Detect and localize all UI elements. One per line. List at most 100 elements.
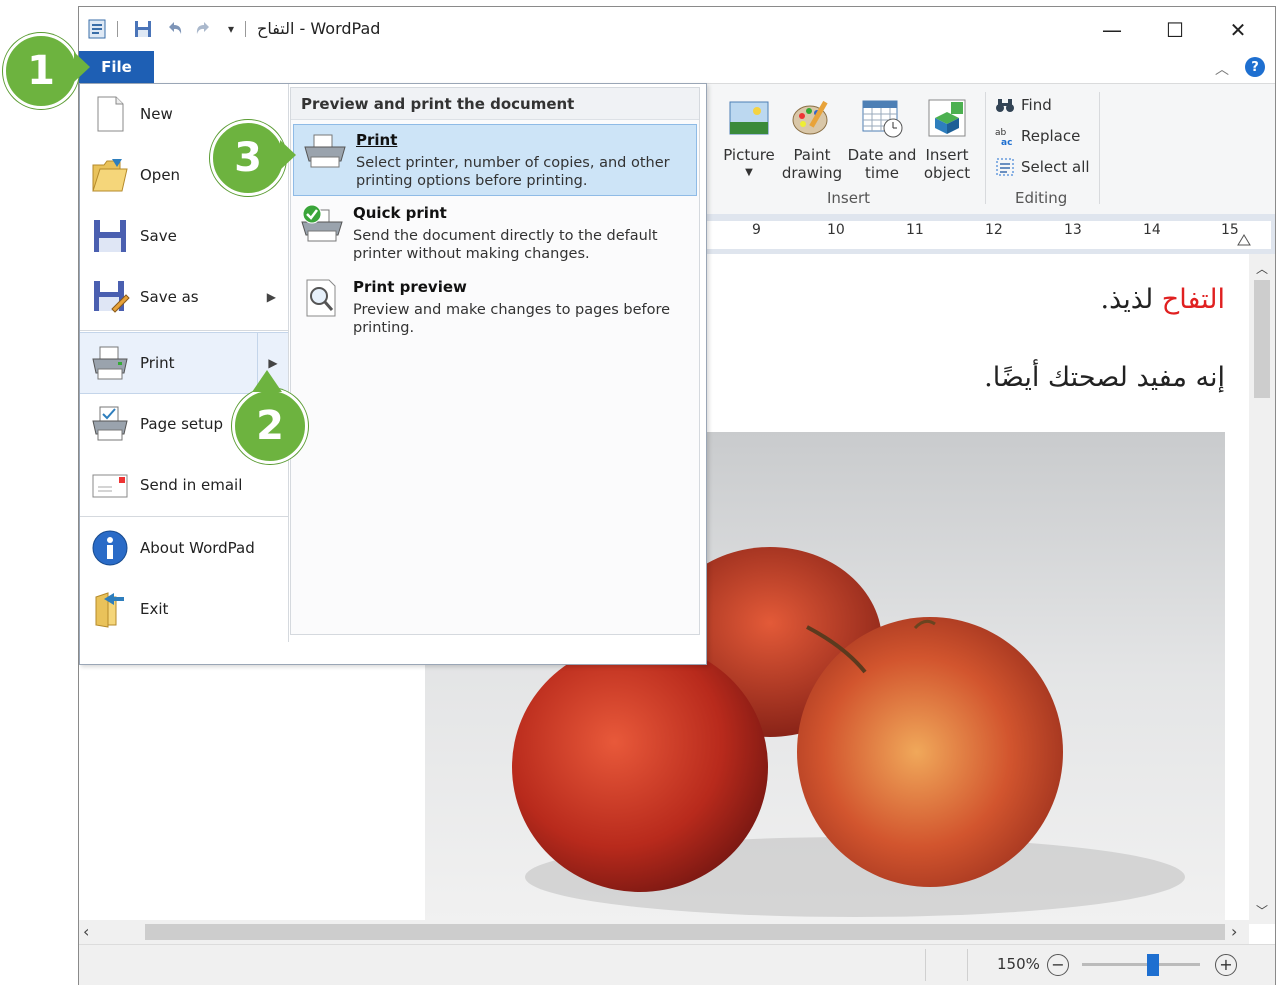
ruler-tick: 12 xyxy=(985,222,1003,238)
title-bar: ▾ التفاح - WordPad — ☐ ✕ xyxy=(79,7,1275,51)
group-divider xyxy=(1099,92,1100,204)
picture-label: Picture xyxy=(723,146,775,164)
select-all-icon xyxy=(996,158,1014,176)
callout-badge-1: 1 xyxy=(3,33,79,109)
save-icon[interactable] xyxy=(133,19,153,39)
minimize-ribbon-icon[interactable]: ︿ xyxy=(1215,59,1229,79)
callout-badge-3: 3 xyxy=(210,120,286,196)
divider xyxy=(80,516,288,517)
open-folder-icon xyxy=(92,159,128,192)
redo-icon[interactable] xyxy=(193,19,213,39)
menu-item-label: Save as xyxy=(140,288,199,306)
zoom-slider-track[interactable] xyxy=(1082,963,1200,966)
paint-drawing-label-line1: Paint xyxy=(793,146,831,164)
menu-item-label: Send in email xyxy=(140,476,243,494)
wordpad-app-icon[interactable] xyxy=(87,19,107,39)
paint-palette-icon xyxy=(792,100,828,135)
callout-pointer-3 xyxy=(280,140,296,170)
document-line-1[interactable]: التفاح لذيذ. xyxy=(839,284,1225,315)
zoom-out-button[interactable]: − xyxy=(1047,954,1069,976)
dropdown-arrow-icon: ▼ xyxy=(745,167,753,178)
ruler-tick: 10 xyxy=(827,222,845,238)
customize-qat-icon[interactable]: ▾ xyxy=(221,19,241,39)
callout-pointer-2 xyxy=(252,370,282,392)
divider xyxy=(967,949,968,981)
paint-drawing-button[interactable]: Paint drawing xyxy=(781,96,843,182)
submenu-item-title: Print xyxy=(356,131,398,149)
ribbon-tab-row: ︿ ? xyxy=(79,51,1275,84)
help-icon[interactable]: ? xyxy=(1245,57,1265,77)
svg-text:ab: ab xyxy=(995,128,1007,138)
print-preview-icon xyxy=(306,279,336,317)
zoom-level: 150% xyxy=(997,955,1040,973)
save-as-icon xyxy=(94,281,130,313)
date-time-label-line2: time xyxy=(865,164,899,182)
exit-icon xyxy=(95,592,124,628)
scroll-down-icon[interactable]: ﹀ xyxy=(1256,902,1268,919)
scroll-right-icon[interactable]: › xyxy=(1231,922,1237,941)
vertical-scrollbar[interactable]: ︿ ﹀ xyxy=(1249,254,1275,924)
submenu-item-print-preview[interactable]: Print preview Preview and make changes t… xyxy=(291,272,699,344)
ruler-tick: 9 xyxy=(752,222,761,238)
vertical-scroll-thumb[interactable] xyxy=(1254,280,1270,398)
insert-object-button[interactable]: Insert object xyxy=(919,96,975,182)
submenu-arrow-icon: ▶ xyxy=(266,290,276,304)
horizontal-scroll-thumb[interactable] xyxy=(145,924,1225,940)
picture-icon xyxy=(729,101,769,135)
date-time-label-line1: Date and xyxy=(847,146,917,164)
printer-icon xyxy=(92,346,128,380)
menu-item-save[interactable]: Save xyxy=(80,206,288,266)
replace-label: Replace xyxy=(1021,127,1081,145)
right-indent-marker-icon[interactable] xyxy=(1237,232,1251,246)
print-submenu: Preview and print the document Print Sel… xyxy=(290,87,700,635)
ruler-tick: 14 xyxy=(1143,222,1161,238)
menu-item-label: Save xyxy=(140,227,177,245)
menu-item-about[interactable]: About WordPad xyxy=(80,518,288,578)
scroll-up-icon[interactable]: ︿ xyxy=(1256,260,1268,277)
page-setup-icon xyxy=(92,406,128,441)
insert-object-label-line1: Insert xyxy=(925,146,969,164)
close-button[interactable]: ✕ xyxy=(1215,15,1261,45)
replace-button[interactable]: ab ac Replace xyxy=(995,121,1080,151)
divider xyxy=(80,330,288,331)
maximize-button[interactable]: ☐ xyxy=(1152,15,1198,45)
select-all-label: Select all xyxy=(1021,158,1090,176)
menu-item-label: New xyxy=(140,105,173,123)
status-bar: 150% − + xyxy=(79,944,1275,985)
scroll-left-icon[interactable]: ‹ xyxy=(83,922,89,941)
ruler-tick: 11 xyxy=(906,222,924,238)
date-time-button[interactable]: Date and time xyxy=(847,96,917,182)
ruler-tick: 13 xyxy=(1064,222,1082,238)
zoom-in-button[interactable]: + xyxy=(1215,954,1237,976)
quick-print-icon xyxy=(301,204,343,242)
submenu-item-print[interactable]: Print Select printer, number of copies, … xyxy=(293,124,697,196)
submenu-item-quick-print[interactable]: Quick print Send the document directly t… xyxy=(291,198,699,270)
insert-object-icon xyxy=(928,99,966,137)
find-label: Find xyxy=(1021,96,1052,114)
email-icon xyxy=(92,474,128,498)
replace-icon: abac xyxy=(995,128,1012,146)
submenu-title: Preview and print the document xyxy=(291,88,699,120)
minimize-button[interactable]: — xyxy=(1089,15,1135,45)
submenu-item-description: Preview and make changes to pages before… xyxy=(353,302,671,336)
divider xyxy=(925,949,926,981)
select-all-button[interactable]: Select all xyxy=(995,152,1090,182)
find-button[interactable]: Find xyxy=(995,90,1052,120)
divider xyxy=(245,21,246,37)
undo-icon[interactable] xyxy=(165,19,185,39)
menu-item-save-as[interactable]: Save as ▶ xyxy=(80,267,288,327)
menu-item-exit[interactable]: Exit xyxy=(80,579,288,639)
horizontal-scrollbar[interactable]: ‹ › xyxy=(79,920,1249,944)
insert-picture-button[interactable]: Picture ▼ xyxy=(721,96,777,182)
submenu-item-description: Send the document directly to the defaul… xyxy=(353,228,658,262)
info-icon xyxy=(92,530,128,566)
insert-object-label-line2: object xyxy=(923,164,971,182)
callout-pointer-1 xyxy=(74,52,90,82)
group-divider xyxy=(985,92,986,204)
menu-item-send-email[interactable]: Send in email xyxy=(80,455,288,515)
document-line-2[interactable]: إنه مفيد لصحتك أيضًا. xyxy=(839,362,1225,393)
divider xyxy=(117,21,118,37)
menu-item-label: Open xyxy=(140,166,181,184)
zoom-slider-thumb[interactable] xyxy=(1146,954,1159,976)
submenu-item-title: Quick print xyxy=(353,204,447,222)
